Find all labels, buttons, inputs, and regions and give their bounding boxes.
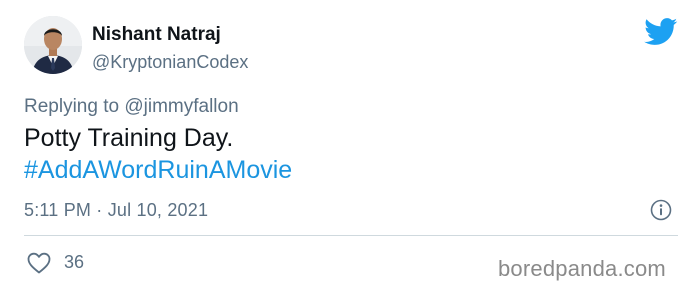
divider (24, 235, 678, 236)
heart-icon[interactable] (27, 252, 51, 274)
watermark: boredpanda.com (498, 256, 666, 281)
hashtag-link[interactable]: #AddAWordRuinAMovie (24, 156, 292, 185)
tweet-card: Nishant Natraj @KryptonianCodex Replying… (0, 0, 700, 289)
author-handle[interactable]: @KryptonianCodex (92, 52, 248, 73)
avatar[interactable] (24, 16, 82, 74)
reply-prefix: Replying to (24, 96, 120, 117)
tweet-text: Potty Training Day. (24, 124, 234, 152)
info-icon[interactable] (650, 199, 672, 221)
author-name[interactable]: Nishant Natraj (92, 24, 221, 46)
twitter-bird-icon[interactable] (644, 18, 678, 46)
like-count: 36 (64, 252, 85, 272)
tweet-timestamp[interactable]: 5:11 PM · Jul 10, 2021 (24, 200, 208, 221)
avatar-image (24, 16, 82, 74)
reply-mention-link[interactable]: @jimmyfallon (124, 96, 238, 117)
reply-context: Replying to @jimmyfallon (24, 96, 239, 118)
